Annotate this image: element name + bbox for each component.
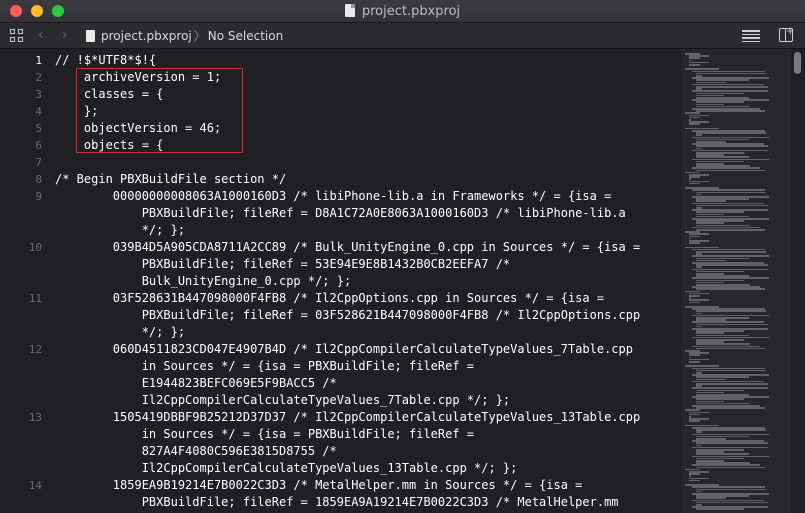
minimap-line: [695, 145, 769, 147]
source-editor[interactable]: 1 2 3 4 5 6 7 8 9 10 11 12 13 14 // !$*U…: [0, 49, 681, 513]
red-highlight-annotation: [76, 68, 243, 153]
breadcrumb: project.pbxproj 〉 No Selection: [86, 28, 283, 44]
minimap-line: [695, 501, 769, 504]
forward-chevron-icon[interactable]: ›: [62, 27, 68, 43]
code-line: 039B4D5A905CDA8711A2CC89 /* Bulk_UnityEn…: [55, 240, 641, 254]
minimap-line: [695, 323, 769, 326]
window-title-text: project.pbxproj: [361, 4, 461, 19]
minimap-line: [695, 508, 745, 510]
window-title: project.pbxproj: [0, 3, 805, 20]
minimap-line: [695, 407, 766, 409]
minimap-line: [695, 442, 769, 444]
minimap-line: [695, 383, 769, 385]
code-line: // !$*UTF8*$!{: [55, 53, 157, 67]
code-line: PBXBuildFile; fileRef = 53E94E9E8B1432B0…: [55, 257, 511, 271]
code-line: Il2CppCompilerCalculateTypeValues_13Tabl…: [55, 461, 518, 475]
minimap-line: [688, 64, 701, 66]
minimap-line: [688, 242, 701, 244]
minimap-line: [695, 86, 769, 88]
code-line: 03F528631B447098000F4FB8 /* Il2CppOption…: [55, 291, 605, 305]
code-line: /* Begin PBXBuildFile section */: [55, 172, 287, 186]
code-line: Il2CppCompilerCalculateTypeValues_7Table…: [55, 393, 511, 407]
minimap-line: [688, 479, 701, 482]
code-line: 00000000008063A1000160D3 /* libiPhone-li…: [55, 189, 612, 203]
minimap-line: [695, 191, 767, 194]
code-line: 827A4F4080C596E3815D8755 /*: [55, 444, 337, 458]
code-line: */; };: [55, 325, 186, 339]
breadcrumb-selection[interactable]: No Selection: [208, 29, 283, 43]
editor-options-lines-icon[interactable]: [742, 30, 760, 42]
minimap-line: [695, 72, 767, 75]
minimap-line: [688, 361, 701, 363]
minimap-line: [695, 369, 767, 372]
title-bar: project.pbxproj: [0, 0, 805, 23]
minimap-line: [688, 301, 701, 304]
code-line: 060D4511823CD047E4907B4D /* Il2CppCompil…: [55, 342, 633, 356]
code-line: */; };: [55, 223, 186, 237]
code-line: PBXBuildFile; fileRef = D8A1C72A0E8063A1…: [55, 206, 626, 220]
minimap-line: [695, 169, 766, 172]
minimap-line: [695, 204, 769, 207]
code-line: PBXBuildFile; fileRef = 1859EA9A19214E7B…: [55, 495, 619, 509]
minimap-line: [695, 488, 767, 491]
file-icon: [86, 30, 95, 42]
minimap-line: [695, 466, 766, 469]
add-editor-split-icon[interactable]: [779, 26, 794, 42]
vertical-scrollbar[interactable]: [790, 49, 805, 513]
minimap-line: [695, 310, 767, 312]
scrollbar-thumb[interactable]: [794, 52, 801, 74]
code-line: Bulk_UnityEngine_0.cpp */; };: [55, 274, 352, 288]
minimap-line: [695, 229, 766, 231]
minimap-line: [688, 123, 701, 125]
related-items-grid-icon[interactable]: [10, 29, 24, 43]
minimap-line: [695, 251, 767, 253]
minimap[interactable]: [681, 49, 790, 513]
minimap-line: [695, 110, 766, 112]
minimap-line: [695, 288, 766, 290]
code-line: in Sources */ = {isa = PBXBuildFile; fil…: [55, 427, 475, 441]
minimap-line: [695, 264, 769, 266]
file-icon: [344, 4, 355, 17]
minimap-line: [688, 420, 701, 422]
code-line: PBXBuildFile; fileRef = 03F528621B447098…: [55, 308, 641, 322]
jump-bar: ‹ › project.pbxproj 〉 No Selection: [0, 23, 805, 49]
breadcrumb-file[interactable]: project.pbxproj: [101, 29, 192, 43]
minimap-line: [695, 347, 766, 350]
code-line: in Sources */ = {isa = PBXBuildFile; fil…: [55, 359, 475, 373]
breadcrumb-separator: 〉: [193, 29, 206, 43]
minimap-line: [695, 132, 767, 134]
minimap-line: [695, 429, 767, 431]
code-line: 1505419DBBF9B25212D37D37 /* Il2CppCompil…: [55, 410, 641, 424]
code-line: 1859EA9B19214E7B0022C3D3 /* MetalHelper.…: [55, 478, 583, 492]
minimap-line: [688, 182, 701, 185]
code-line: E1944823BEFC069E5F9BACC5 /*: [55, 376, 337, 390]
back-chevron-icon[interactable]: ‹: [38, 27, 44, 43]
